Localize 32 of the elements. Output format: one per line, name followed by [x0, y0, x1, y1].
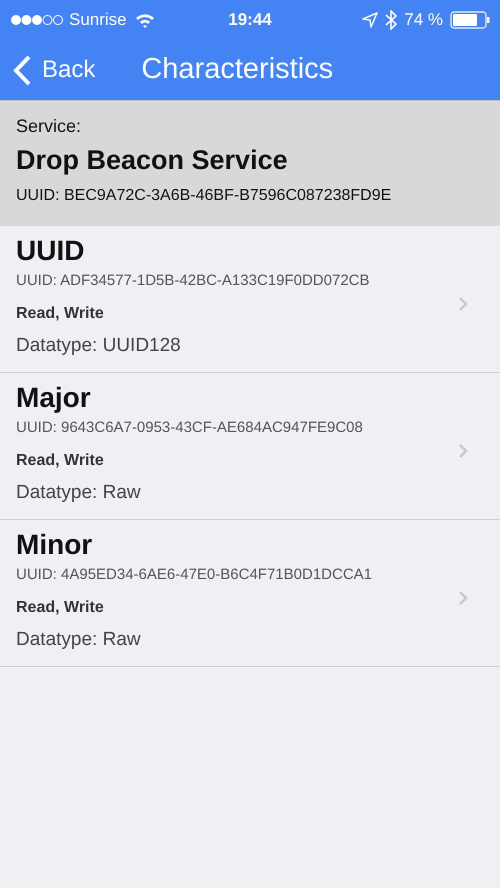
characteristic-row[interactable]: Minor UUID: 4A95ED34-6AE6-47E0-B6C4F71B0D1DCCA1 Read, Write Datatype: Raw	[0, 520, 500, 667]
battery-icon	[450, 11, 490, 29]
characteristic-uuid: UUID: ADF34577-1D5B-42BC-A133C19F0DD072CB	[16, 270, 370, 290]
carrier-name: Sunrise	[69, 9, 127, 32]
chevron-left-icon	[13, 54, 32, 86]
characteristic-name: Major	[16, 380, 92, 414]
characteristic-name: UUID	[16, 234, 86, 268]
clock-time: 19:44	[228, 9, 272, 32]
characteristic-datatype: Datatype: Raw	[16, 628, 142, 652]
service-name: Drop Beacon Service	[16, 144, 289, 177]
bluetooth-icon	[385, 10, 398, 30]
characteristic-uuid: UUID: 4A95ED34-6AE6-47E0-B6C4F71B0D1DCCA1	[16, 564, 374, 584]
signal-icon	[10, 14, 64, 26]
battery-percentage: 74 %	[404, 9, 443, 32]
chevron-right-icon	[458, 443, 468, 459]
characteristic-properties: Read, Write	[16, 451, 105, 471]
wifi-icon	[134, 12, 155, 28]
service-label: Service:	[16, 115, 82, 138]
screen-title: Characteristics	[141, 52, 334, 88]
characteristic-row[interactable]: Major UUID: 9643C6A7-0953-43CF-AE684AC947FE9C08 Read, Write Datatype: Raw	[0, 373, 500, 520]
chevron-right-icon	[458, 590, 468, 606]
characteristic-properties: Read, Write	[16, 304, 105, 324]
characteristic-uuid: UUID: 9643C6A7-0953-43CF-AE684AC947FE9C08	[16, 418, 364, 438]
chevron-right-icon	[458, 296, 468, 312]
characteristic-properties: Read, Write	[16, 598, 105, 618]
characteristic-datatype: Datatype: Raw	[16, 481, 142, 505]
characteristic-name: Minor	[16, 528, 94, 562]
service-uuid: UUID: BEC9A72C-3A6B-46BF-B7596C087238FD9E	[16, 186, 392, 206]
location-icon	[362, 12, 378, 28]
characteristic-datatype: Datatype: UUID128	[16, 334, 182, 358]
back-button[interactable]: Back	[0, 52, 96, 88]
characteristic-row[interactable]: UUID UUID: ADF34577-1D5B-42BC-A133C19F0DD072CB Read, Write Datatype: UUID128	[0, 226, 500, 373]
